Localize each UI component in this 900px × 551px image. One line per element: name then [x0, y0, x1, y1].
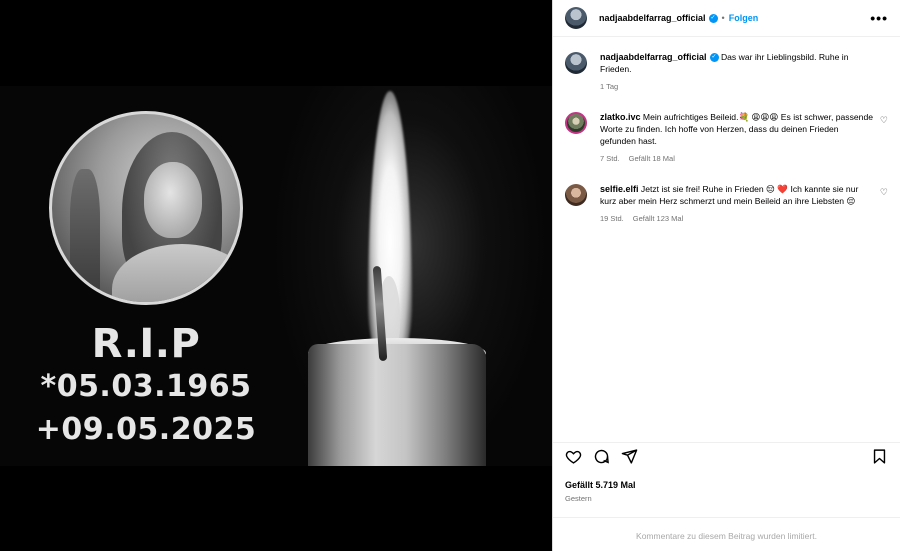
comment-username[interactable]: zlatko.ivc	[600, 112, 641, 122]
comment-time[interactable]: 19 Std.	[600, 214, 624, 223]
portrait-face	[144, 162, 202, 238]
post-header: nadjaabdelfarrag_official ✓ • Folgen •••	[553, 0, 900, 37]
comment-likes[interactable]: Gefällt 18 Mal	[629, 154, 675, 163]
commenter-avatar[interactable]	[565, 112, 587, 134]
more-options-icon[interactable]: •••	[870, 10, 888, 26]
post-viewer: R.I.P *05.03.1965 +09.05.2025 nadjaabdel…	[0, 0, 900, 551]
separator-dot: •	[721, 13, 725, 23]
verified-icon: ✓	[708, 13, 718, 23]
post-actions	[553, 442, 900, 474]
comment-username[interactable]: selfie.elfi	[600, 184, 639, 194]
heart-icon[interactable]	[565, 448, 582, 470]
comment-item: zlatko.ivc Mein aufrichtiges Beileid.💐 😩…	[565, 111, 888, 165]
comment-text: Mein aufrichtiges Beileid.💐 😩😩😩 Es ist s…	[600, 112, 873, 146]
bookmark-icon[interactable]	[871, 448, 888, 470]
caption-time[interactable]: 1 Tag	[600, 82, 618, 91]
comment-like-heart-icon[interactable]: ♡	[880, 115, 888, 126]
comment-time[interactable]: 7 Std.	[600, 154, 620, 163]
post-side-panel: nadjaabdelfarrag_official ✓ • Folgen •••…	[552, 0, 900, 551]
comments-limited-notice: Kommentare zu diesem Beitrag wurden limi…	[553, 517, 900, 551]
post-date[interactable]: Gestern	[565, 494, 592, 503]
share-icon[interactable]	[621, 448, 638, 470]
comment-text: Jetzt ist sie frei! Ruhe in Frieden 😔 ❤️…	[600, 184, 859, 206]
follow-button[interactable]: Folgen	[729, 13, 759, 23]
verified-icon: ✓	[709, 53, 719, 63]
rip-title: R.I.P	[91, 321, 201, 367]
monument-silhouette	[70, 169, 100, 289]
portrait-photo	[49, 111, 243, 305]
comment-likes[interactable]: Gefällt 123 Mal	[633, 214, 683, 223]
author-avatar[interactable]	[565, 52, 587, 74]
birth-date: *05.03.1965	[40, 369, 252, 404]
comments-list: nadjaabdelfarrag_official ✓ Das war ihr L…	[553, 37, 900, 225]
commenter-avatar[interactable]	[565, 184, 587, 206]
comment-item: selfie.elfi Jetzt ist sie frei! Ruhe in …	[565, 183, 888, 225]
comment-icon[interactable]	[593, 448, 610, 470]
comment-like-heart-icon[interactable]: ♡	[880, 187, 888, 198]
author-username[interactable]: nadjaabdelfarrag_official	[599, 13, 706, 23]
post-media[interactable]: R.I.P *05.03.1965 +09.05.2025	[0, 0, 552, 551]
memorial-image: R.I.P *05.03.1965 +09.05.2025	[0, 86, 552, 466]
candle	[308, 344, 486, 466]
author-avatar[interactable]	[565, 7, 587, 29]
caption-item: nadjaabdelfarrag_official ✓ Das war ihr L…	[565, 51, 888, 93]
death-date: +09.05.2025	[35, 412, 257, 447]
caption-username[interactable]: nadjaabdelfarrag_official	[600, 52, 707, 62]
post-likes[interactable]: Gefällt 5.719 Mal	[565, 480, 636, 490]
